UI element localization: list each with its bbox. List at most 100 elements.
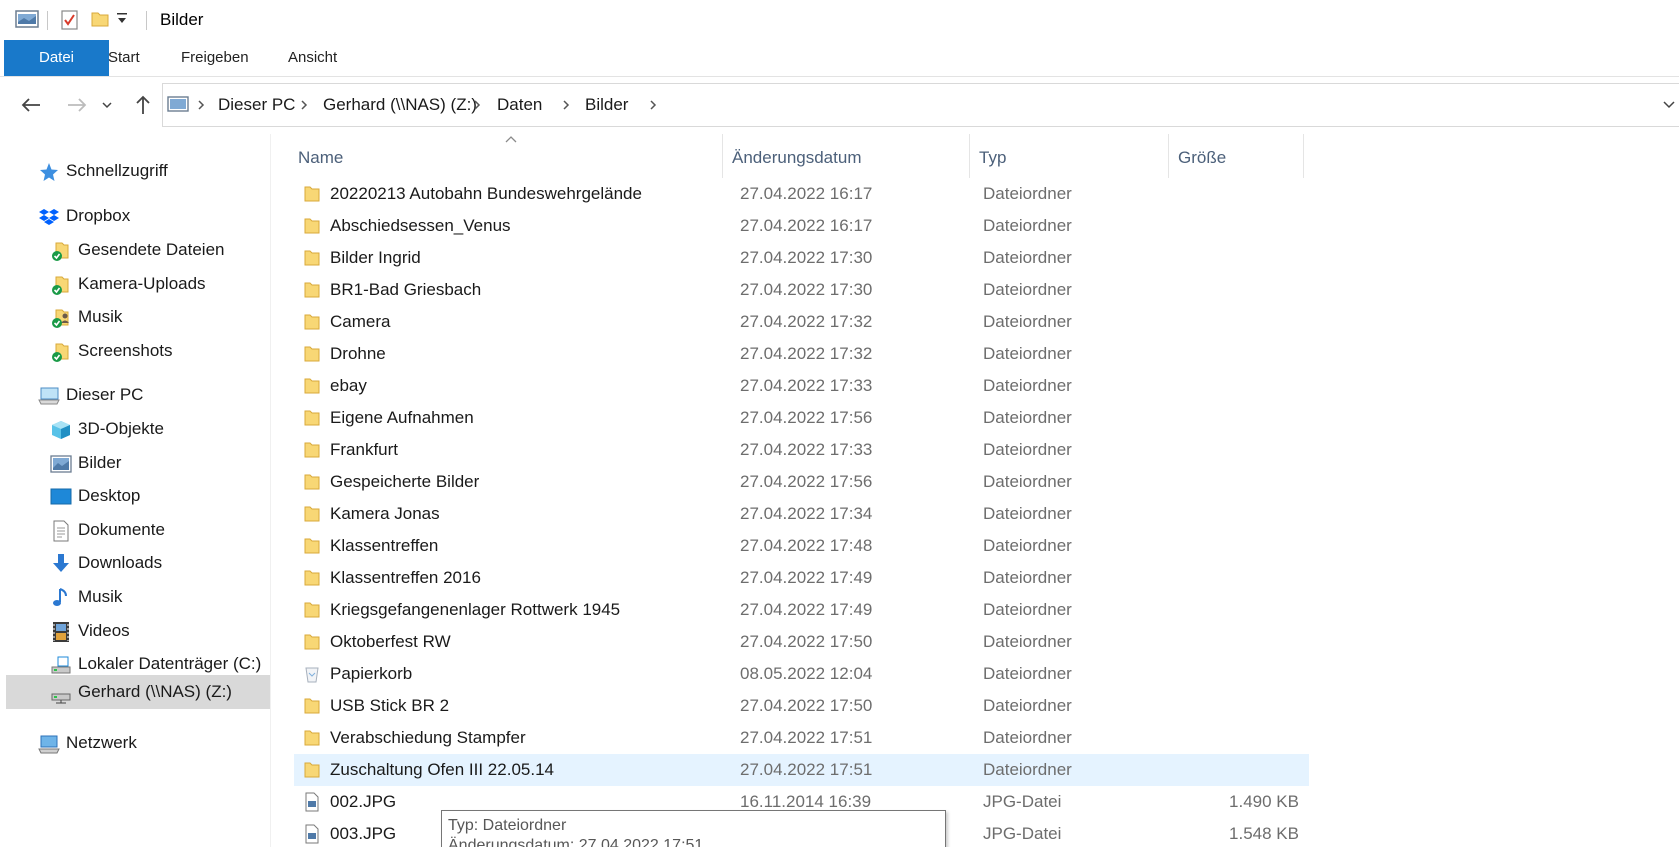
properties-icon[interactable] xyxy=(60,9,80,36)
table-row[interactable]: ebay 27.04.2022 17:33 Dateiordner xyxy=(294,370,1309,402)
file-date: 27.04.2022 17:30 xyxy=(740,280,873,299)
file-name: ebay xyxy=(330,376,367,395)
table-row[interactable]: Klassentreffen 27.04.2022 17:48 Dateiordne… xyxy=(294,530,1309,562)
recycle-bin-icon xyxy=(302,664,322,684)
window-app-icon[interactable] xyxy=(15,9,39,34)
folder-shared-synced-icon xyxy=(52,309,69,328)
file-type: Dateiordner xyxy=(983,408,1072,427)
file-name: Eigene Aufnahmen xyxy=(330,408,474,427)
table-row[interactable]: Klassentreffen 2016 27.04.2022 17:49 Datei… xyxy=(294,562,1309,594)
crumb-bilder[interactable]: Bilder xyxy=(585,95,628,115)
column-header-type[interactable]: Typ xyxy=(979,148,1006,168)
table-row[interactable]: Kamera Jonas 27.04.2022 17:34 Dateiordner xyxy=(294,498,1309,530)
column-header-name[interactable]: Name xyxy=(298,148,343,168)
file-date: 27.04.2022 17:49 xyxy=(740,568,873,587)
sidebar-item-netzwerk[interactable]: Netzwerk xyxy=(38,726,268,760)
file-type: Dateiordner xyxy=(983,184,1072,203)
file-name: Kriegsgefangenenlager Rottwerk 1945 xyxy=(330,600,621,619)
local-drive-icon xyxy=(51,656,71,674)
sidebar-item-kamera-uploads[interactable]: Kamera-Uploads xyxy=(50,267,268,301)
table-row[interactable]: Verabschiedung Stampfer 27.04.2022 17:51 D… xyxy=(294,722,1309,754)
table-row[interactable]: Bilder Ingrid 27.04.2022 17:30 Dateiordner xyxy=(294,242,1309,274)
tab-ansicht[interactable]: Ansicht xyxy=(270,40,355,76)
file-name: Oktoberfest RW xyxy=(330,632,451,651)
table-row[interactable]: Papierkorb 08.05.2022 12:04 Dateiordner xyxy=(294,658,1309,690)
sidebar-item-videos[interactable]: Videos xyxy=(50,614,268,648)
file-date: 27.04.2022 17:30 xyxy=(740,248,873,267)
file-type: Dateiordner xyxy=(983,312,1072,331)
folder-icon xyxy=(302,248,322,268)
file-name: 003.JPG xyxy=(330,824,397,843)
file-name: Zuschaltung Ofen III 22.05.14 xyxy=(330,760,554,779)
table-row[interactable]: Gespeicherte Bilder 27.04.2022 17:56 Datei… xyxy=(294,466,1309,498)
file-type: Dateiordner xyxy=(983,696,1072,715)
file-name: BR1-Bad Griesbach xyxy=(330,280,482,299)
forward-button[interactable] xyxy=(62,90,92,120)
folder-icon xyxy=(302,600,322,620)
table-row[interactable]: BR1-Bad Griesbach 27.04.2022 17:30 Dateior… xyxy=(294,274,1309,306)
table-row[interactable]: Kriegsgefangenenlager Rottwerk 1945 27.04… xyxy=(294,594,1309,626)
address-bar[interactable]: Dieser PC Gerhard (\\NAS) (Z:) Daten Bil… xyxy=(162,83,1679,127)
sidebar-item-dropbox[interactable]: Dropbox xyxy=(38,199,268,233)
chevron-right-icon xyxy=(563,100,570,110)
address-dropdown-icon[interactable] xyxy=(1662,97,1676,111)
sidebar-item-bilder[interactable]: Bilder xyxy=(50,446,268,480)
table-row[interactable]: Eigene Aufnahmen 27.04.2022 17:56 Dateiord… xyxy=(294,402,1309,434)
table-row[interactable]: Zuschaltung Ofen III 22.05.14 27.04.2022 … xyxy=(294,754,1309,786)
title-bar: Bilder xyxy=(0,0,1679,40)
file-type: Dateiordner xyxy=(983,376,1072,395)
documents-icon xyxy=(53,520,69,542)
table-row[interactable]: 20220213 Autobahn Bundeswehrgelände 27.04… xyxy=(294,178,1309,210)
sidebar-item-downloads[interactable]: Downloads xyxy=(50,546,268,580)
desktop-icon xyxy=(50,488,72,505)
sidebar-item-musik-dropbox[interactable]: Musik xyxy=(50,300,268,334)
folder-synced-icon xyxy=(52,242,69,261)
sidebar-item-dieser-pc[interactable]: Dieser PC xyxy=(38,378,268,412)
table-row[interactable]: Drohne 27.04.2022 17:32 Dateiordner xyxy=(294,338,1309,370)
back-button[interactable] xyxy=(16,90,46,120)
sidebar-item-musik[interactable]: Musik xyxy=(50,580,268,614)
file-date: 27.04.2022 17:56 xyxy=(740,472,873,491)
crumb-daten[interactable]: Daten xyxy=(497,95,542,115)
recent-locations-button[interactable] xyxy=(97,90,117,120)
table-row[interactable]: Abschiedsessen_Venus 27.04.2022 16:17 Date… xyxy=(294,210,1309,242)
sidebar-item-schnellzugriff[interactable]: Schnellzugriff xyxy=(38,154,268,188)
file-name: USB Stick BR 2 xyxy=(330,696,450,715)
folder-icon xyxy=(302,376,322,396)
sidebar-item-dokumente[interactable]: Dokumente xyxy=(50,513,268,547)
file-date: 27.04.2022 16:17 xyxy=(740,216,873,235)
tooltip-type: Typ: Dateiordner xyxy=(448,817,567,834)
image-file-icon xyxy=(302,792,322,812)
column-header-size[interactable]: Größe xyxy=(1178,148,1226,168)
file-type: Dateiordner xyxy=(983,344,1072,363)
table-row[interactable]: Oktoberfest RW 27.04.2022 17:50 Dateiordne… xyxy=(294,626,1309,658)
sidebar-item-desktop[interactable]: Desktop xyxy=(50,479,268,513)
table-row[interactable]: Camera 27.04.2022 17:32 Dateiordner xyxy=(294,306,1309,338)
new-folder-icon[interactable] xyxy=(90,9,110,34)
column-header-date[interactable]: Änderungsdatum xyxy=(732,148,861,168)
network-drive-icon xyxy=(51,693,71,704)
sort-ascending-icon xyxy=(505,136,517,143)
sidebar-item-screenshots[interactable]: Screenshots xyxy=(50,334,268,368)
folder-icon xyxy=(302,632,322,652)
file-date: 27.04.2022 17:56 xyxy=(740,408,873,427)
crumb-nas-drive[interactable]: Gerhard (\\NAS) (Z:) xyxy=(323,95,477,115)
crumb-dieser-pc[interactable]: Dieser PC xyxy=(218,95,295,115)
table-row[interactable]: USB Stick BR 2 27.04.2022 17:50 Dateiordne… xyxy=(294,690,1309,722)
folder-icon xyxy=(302,408,322,428)
sidebar-item-nas-drive[interactable]: Gerhard (\\NAS) (Z:) xyxy=(6,675,271,709)
sidebar-item-3d-objekte[interactable]: 3D-Objekte xyxy=(50,412,268,446)
folder-synced-icon xyxy=(52,276,69,295)
chevron-right-icon xyxy=(301,100,308,110)
file-date: 27.04.2022 17:32 xyxy=(740,344,873,363)
tab-start[interactable]: Start xyxy=(90,40,158,76)
file-type: Dateiordner xyxy=(983,632,1072,651)
up-button[interactable] xyxy=(128,90,158,120)
sidebar-item-gesendete-dateien[interactable]: Gesendete Dateien xyxy=(50,233,268,267)
file-name: Klassentreffen xyxy=(330,536,439,555)
table-row[interactable]: Frankfurt 27.04.2022 17:33 Dateiordner xyxy=(294,434,1309,466)
folder-icon xyxy=(302,728,322,748)
chevron-right-icon xyxy=(650,100,657,110)
tab-freigeben[interactable]: Freigeben xyxy=(163,40,267,76)
customize-quick-access-icon[interactable] xyxy=(116,12,128,31)
